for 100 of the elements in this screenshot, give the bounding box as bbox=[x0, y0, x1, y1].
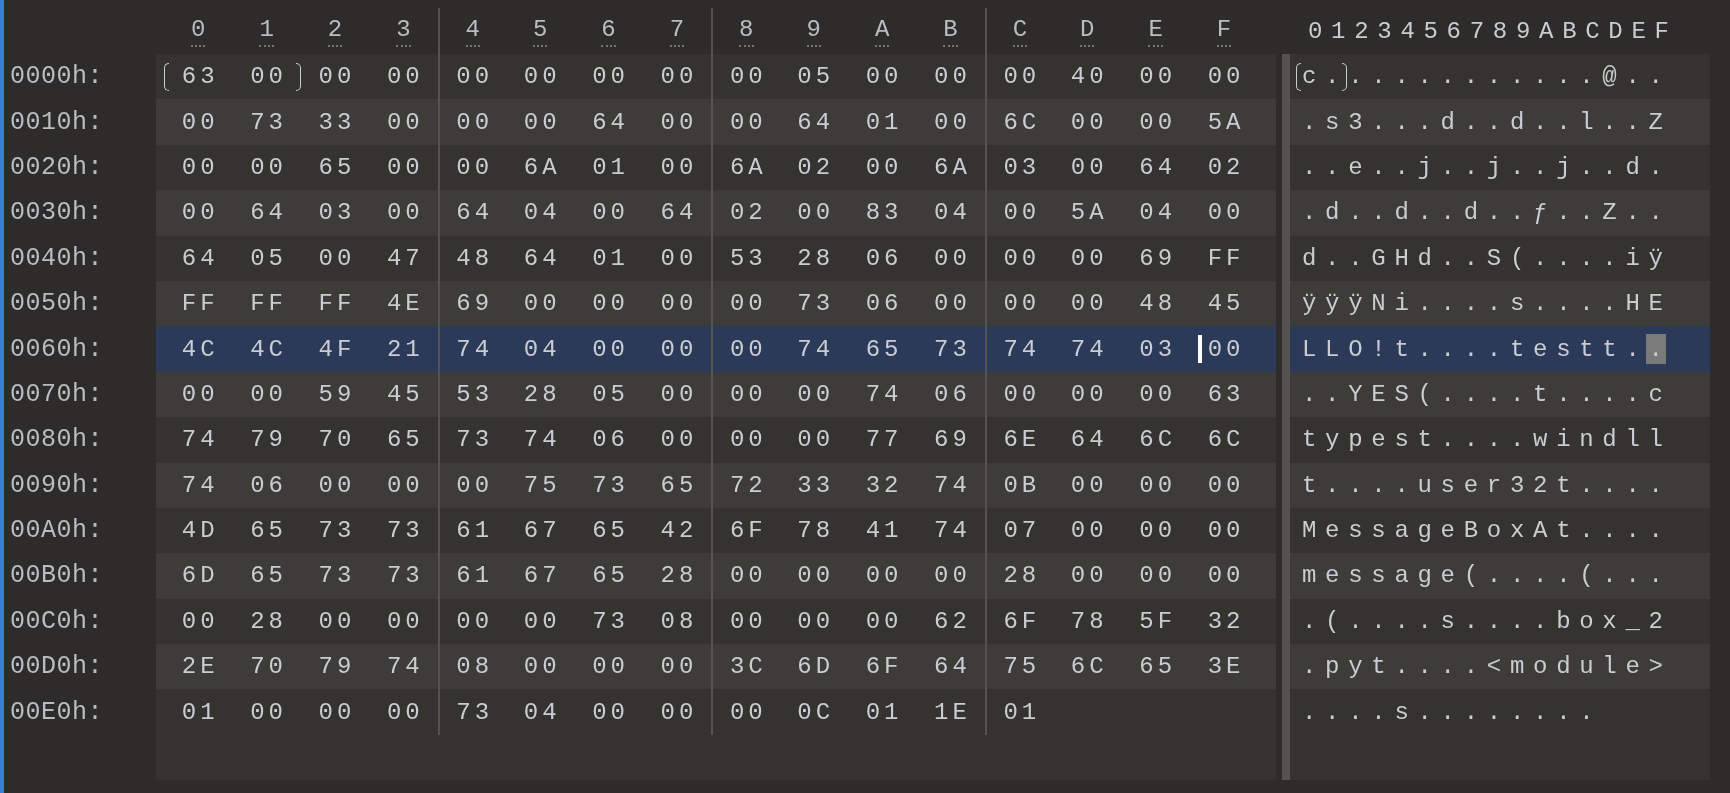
hex-byte[interactable]: 72 bbox=[729, 471, 767, 499]
hex-byte[interactable]: 00 bbox=[729, 335, 767, 363]
hex-byte[interactable]: 00 bbox=[523, 63, 561, 91]
hex-byte[interactable]: 61 bbox=[456, 562, 494, 590]
hex-byte[interactable]: 64 bbox=[797, 108, 835, 136]
hex-byte[interactable]: 02 bbox=[797, 153, 835, 181]
hex-byte[interactable]: 61 bbox=[456, 517, 494, 545]
hex-byte[interactable]: 00 bbox=[1003, 199, 1041, 227]
hex-byte[interactable]: 00 bbox=[592, 290, 629, 318]
hex-byte[interactable]: 64 bbox=[456, 199, 494, 227]
hex-byte[interactable]: 00 bbox=[386, 607, 424, 635]
hex-byte[interactable]: 00 bbox=[318, 607, 356, 635]
hex-byte[interactable]: 00 bbox=[797, 562, 835, 590]
hex-byte[interactable]: 73 bbox=[592, 607, 629, 635]
hex-byte[interactable]: 4D bbox=[181, 517, 219, 545]
hex-byte[interactable]: 21 bbox=[386, 335, 424, 363]
hex-byte[interactable]: 08 bbox=[660, 607, 698, 635]
hex-byte[interactable]: 42 bbox=[660, 517, 698, 545]
hex-byte[interactable]: 00 bbox=[1070, 108, 1108, 136]
hex-byte[interactable]: 00 bbox=[250, 63, 287, 91]
hex-byte[interactable]: FF bbox=[250, 290, 287, 318]
hex-byte[interactable]: 73 bbox=[386, 517, 424, 545]
hex-byte[interactable]: 74 bbox=[865, 380, 903, 408]
hex-byte[interactable]: 73 bbox=[386, 562, 424, 590]
hex-byte[interactable]: 28 bbox=[250, 607, 287, 635]
hex-byte[interactable]: 64 bbox=[181, 244, 219, 272]
hex-byte[interactable]: 00 bbox=[797, 426, 835, 454]
hex-byte[interactable]: 06 bbox=[592, 426, 629, 454]
hex-byte[interactable]: 00 bbox=[1003, 380, 1041, 408]
hex-byte[interactable]: 74 bbox=[181, 426, 219, 454]
hex-byte[interactable]: 00 bbox=[181, 607, 219, 635]
hex-byte[interactable]: 41 bbox=[865, 517, 903, 545]
hex-byte[interactable]: 32 bbox=[865, 471, 903, 499]
hex-byte[interactable]: 79 bbox=[318, 653, 356, 681]
hex-byte[interactable]: 74 bbox=[386, 653, 424, 681]
hex-byte[interactable]: 00 bbox=[660, 380, 698, 408]
hex-byte[interactable]: 04 bbox=[1139, 199, 1177, 227]
hex-byte[interactable]: 00 bbox=[1070, 290, 1108, 318]
hex-byte[interactable]: 73 bbox=[318, 517, 356, 545]
hex-byte[interactable]: 64 bbox=[523, 244, 561, 272]
hex-byte[interactable]: 04 bbox=[934, 199, 971, 227]
hex-byte[interactable]: 00 bbox=[660, 698, 698, 726]
hex-byte[interactable]: 00 bbox=[250, 153, 287, 181]
hex-byte[interactable]: 00 bbox=[181, 153, 219, 181]
hex-byte[interactable]: 05 bbox=[592, 380, 629, 408]
hex-byte[interactable]: 28 bbox=[523, 380, 561, 408]
hex-byte[interactable]: 00 bbox=[318, 63, 356, 91]
hex-byte[interactable]: 73 bbox=[456, 426, 494, 454]
hex-byte[interactable]: 00 bbox=[660, 63, 698, 91]
hex-byte[interactable]: 6F bbox=[865, 653, 903, 681]
hex-byte[interactable]: 01 bbox=[1003, 698, 1041, 726]
hex-byte[interactable]: 00 bbox=[934, 290, 971, 318]
hex-byte[interactable]: 00 bbox=[1070, 562, 1108, 590]
hex-byte[interactable]: 00 bbox=[865, 562, 903, 590]
hex-byte[interactable]: 00 bbox=[318, 471, 356, 499]
hex-byte[interactable]: 64 bbox=[660, 199, 698, 227]
hex-byte[interactable]: 63 bbox=[181, 63, 219, 91]
hex-byte[interactable]: 06 bbox=[934, 380, 971, 408]
hex-byte[interactable]: 04 bbox=[523, 335, 561, 363]
hex-byte[interactable]: 6F bbox=[1003, 607, 1041, 635]
hex-byte[interactable]: 65 bbox=[592, 517, 629, 545]
hex-byte[interactable]: 00 bbox=[1003, 63, 1041, 91]
hex-byte[interactable]: 70 bbox=[250, 653, 287, 681]
hex-byte[interactable]: 6C bbox=[1070, 653, 1108, 681]
hex-byte[interactable]: 6F bbox=[729, 517, 767, 545]
hex-byte[interactable]: 03 bbox=[318, 199, 356, 227]
hex-byte[interactable]: 28 bbox=[660, 562, 698, 590]
hex-byte[interactable]: 00 bbox=[1207, 335, 1245, 363]
hex-byte[interactable]: 00 bbox=[181, 380, 219, 408]
hex-byte[interactable]: 4F bbox=[318, 335, 356, 363]
hex-byte[interactable]: 5A bbox=[1070, 199, 1108, 227]
hex-byte[interactable]: 65 bbox=[250, 562, 287, 590]
hex-byte[interactable]: 00 bbox=[318, 244, 356, 272]
hex-byte[interactable]: 00 bbox=[1139, 63, 1177, 91]
hex-byte[interactable]: 69 bbox=[934, 426, 971, 454]
hex-byte[interactable]: FF bbox=[1207, 244, 1245, 272]
hex-byte[interactable]: 65 bbox=[865, 335, 903, 363]
hex-byte[interactable]: 00 bbox=[1070, 380, 1108, 408]
hex-byte[interactable]: 64 bbox=[1070, 426, 1108, 454]
hex-byte[interactable]: 75 bbox=[1003, 653, 1041, 681]
hex-byte[interactable]: 00 bbox=[729, 380, 767, 408]
hex-byte[interactable]: 00 bbox=[729, 607, 767, 635]
hex-byte[interactable]: 00 bbox=[660, 426, 698, 454]
hex-byte[interactable]: 62 bbox=[934, 607, 971, 635]
hex-byte[interactable]: 73 bbox=[797, 290, 835, 318]
hex-byte[interactable]: 00 bbox=[1207, 517, 1245, 545]
hex-byte[interactable]: 00 bbox=[797, 199, 835, 227]
hex-byte[interactable]: 00 bbox=[523, 108, 561, 136]
hex-byte[interactable]: 45 bbox=[386, 380, 424, 408]
hex-byte[interactable]: 01 bbox=[865, 108, 903, 136]
hex-byte[interactable]: 00 bbox=[1207, 63, 1245, 91]
hex-byte[interactable]: 00 bbox=[1070, 153, 1108, 181]
hex-byte[interactable]: 59 bbox=[318, 380, 356, 408]
hex-byte[interactable]: 67 bbox=[523, 517, 561, 545]
hex-byte[interactable]: 00 bbox=[1070, 517, 1108, 545]
hex-byte[interactable]: 00 bbox=[1070, 471, 1108, 499]
hex-byte[interactable]: 6D bbox=[797, 653, 835, 681]
hex-byte[interactable]: 64 bbox=[592, 108, 629, 136]
hex-byte[interactable]: 6E bbox=[1003, 426, 1041, 454]
hex-byte[interactable]: 00 bbox=[386, 108, 424, 136]
